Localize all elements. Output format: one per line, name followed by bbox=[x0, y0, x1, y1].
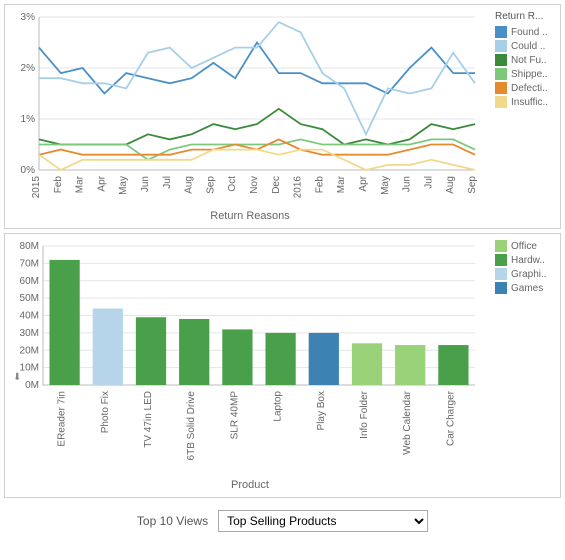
svg-text:Sep: Sep bbox=[205, 176, 216, 194]
svg-text:Play Box: Play Box bbox=[316, 391, 327, 430]
svg-text:2016: 2016 bbox=[293, 176, 304, 199]
line-legend-title: Return R... bbox=[495, 11, 554, 22]
svg-text:Jul: Jul bbox=[423, 176, 434, 189]
legend-swatch bbox=[495, 68, 507, 80]
legend-label: Graphi.. bbox=[511, 269, 547, 280]
svg-text:Aug: Aug bbox=[445, 176, 456, 194]
svg-text:Info Folder: Info Folder bbox=[359, 390, 370, 438]
legend-label: Defecti.. bbox=[511, 83, 548, 94]
svg-text:Car Charger: Car Charger bbox=[445, 390, 456, 446]
svg-text:May: May bbox=[380, 176, 391, 195]
line-legend: Return R... Found .. Could .. Not Fu.. Ship… bbox=[489, 11, 554, 222]
download-icon[interactable]: ⬇ bbox=[13, 372, 21, 383]
svg-text:Apr: Apr bbox=[358, 175, 369, 191]
svg-text:Jun: Jun bbox=[402, 176, 413, 192]
svg-text:1%: 1% bbox=[21, 114, 36, 125]
legend-swatch bbox=[495, 40, 507, 52]
bar-x-axis-label: Product bbox=[11, 479, 489, 491]
svg-text:2015: 2015 bbox=[31, 176, 42, 199]
svg-text:Oct: Oct bbox=[227, 176, 238, 192]
svg-text:Mar: Mar bbox=[75, 175, 86, 193]
svg-text:SLR 40MP: SLR 40MP bbox=[229, 391, 240, 440]
legend-item[interactable]: Defecti.. bbox=[495, 82, 554, 94]
svg-text:Jun: Jun bbox=[140, 176, 151, 192]
return-reasons-chart: 0% 1% 2% 3% 2015 Feb Mar Apr May Jun Jul Aug Sep Oct N… bbox=[4, 4, 561, 229]
legend-item[interactable]: Could .. bbox=[495, 40, 554, 52]
svg-text:Web Calendar: Web Calendar bbox=[402, 390, 413, 454]
svg-text:Feb: Feb bbox=[53, 176, 64, 194]
svg-text:Mar: Mar bbox=[336, 175, 347, 193]
legend-swatch bbox=[495, 254, 507, 266]
svg-text:Feb: Feb bbox=[314, 176, 325, 194]
legend-label: Hardw.. bbox=[511, 255, 545, 266]
svg-text:6TB Solid Drive: 6TB Solid Drive bbox=[186, 391, 197, 461]
svg-text:30M: 30M bbox=[20, 328, 39, 339]
legend-swatch bbox=[495, 26, 507, 38]
line-x-axis-label: Return Reasons bbox=[11, 210, 489, 222]
svg-text:70M: 70M bbox=[20, 258, 39, 269]
legend-item[interactable]: Not Fu.. bbox=[495, 54, 554, 66]
svg-text:Dec: Dec bbox=[271, 176, 282, 194]
bar-plot-area: 0M 10M 20M 30M 40M 50M 60M 70M 80M EReader 7in Pho… bbox=[11, 240, 489, 491]
legend-item[interactable]: Found .. bbox=[495, 26, 554, 38]
legend-swatch bbox=[495, 82, 507, 94]
svg-text:Photo Fix: Photo Fix bbox=[100, 391, 111, 433]
legend-item[interactable]: Graphi.. bbox=[495, 268, 554, 280]
svg-text:May: May bbox=[118, 176, 129, 195]
svg-text:Sep: Sep bbox=[467, 176, 478, 194]
legend-item[interactable]: Hardw.. bbox=[495, 254, 554, 266]
legend-swatch bbox=[495, 268, 507, 280]
svg-text:3%: 3% bbox=[21, 12, 36, 23]
legend-item[interactable]: Games bbox=[495, 282, 554, 294]
legend-label: Insuffic.. bbox=[511, 97, 548, 108]
legend-swatch bbox=[495, 240, 507, 252]
svg-text:0%: 0% bbox=[21, 165, 36, 176]
svg-text:Jul: Jul bbox=[162, 176, 173, 189]
svg-text:80M: 80M bbox=[20, 241, 39, 252]
top-products-chart: 0M 10M 20M 30M 40M 50M 60M 70M 80M EReader 7in Pho… bbox=[4, 233, 561, 498]
svg-text:60M: 60M bbox=[20, 276, 39, 287]
legend-swatch bbox=[495, 54, 507, 66]
footer-control: Top 10 Views Top Selling Products bbox=[0, 502, 565, 540]
svg-text:EReader 7in: EReader 7in bbox=[57, 391, 68, 447]
legend-item[interactable]: Insuffic.. bbox=[495, 96, 554, 108]
legend-swatch bbox=[495, 96, 507, 108]
top10-select[interactable]: Top Selling Products bbox=[218, 510, 428, 532]
legend-label: Not Fu.. bbox=[511, 55, 547, 66]
bar-legend: Office Hardw.. Graphi.. Games bbox=[489, 240, 554, 491]
legend-label: Games bbox=[511, 283, 543, 294]
svg-text:Nov: Nov bbox=[249, 176, 260, 194]
line-plot-area: 0% 1% 2% 3% 2015 Feb Mar Apr May Jun Jul Aug Sep Oct N… bbox=[11, 11, 489, 222]
legend-swatch bbox=[495, 282, 507, 294]
legend-label: Found .. bbox=[511, 27, 548, 38]
svg-text:50M: 50M bbox=[20, 293, 39, 304]
legend-item[interactable]: Shippe.. bbox=[495, 68, 554, 80]
svg-text:TV 47in LED: TV 47in LED bbox=[143, 391, 154, 448]
svg-text:40M: 40M bbox=[20, 311, 39, 322]
legend-item[interactable]: Office bbox=[495, 240, 554, 252]
svg-text:Aug: Aug bbox=[184, 176, 195, 194]
legend-label: Office bbox=[511, 241, 537, 252]
svg-text:Apr: Apr bbox=[96, 175, 107, 191]
svg-text:Laptop: Laptop bbox=[273, 391, 284, 422]
legend-label: Could .. bbox=[511, 41, 545, 52]
svg-text:20M: 20M bbox=[20, 345, 39, 356]
legend-label: Shippe.. bbox=[511, 69, 548, 80]
svg-text:10M: 10M bbox=[20, 363, 39, 374]
top10-label: Top 10 Views bbox=[137, 514, 208, 528]
svg-text:2%: 2% bbox=[21, 63, 36, 74]
svg-text:0M: 0M bbox=[25, 380, 39, 391]
